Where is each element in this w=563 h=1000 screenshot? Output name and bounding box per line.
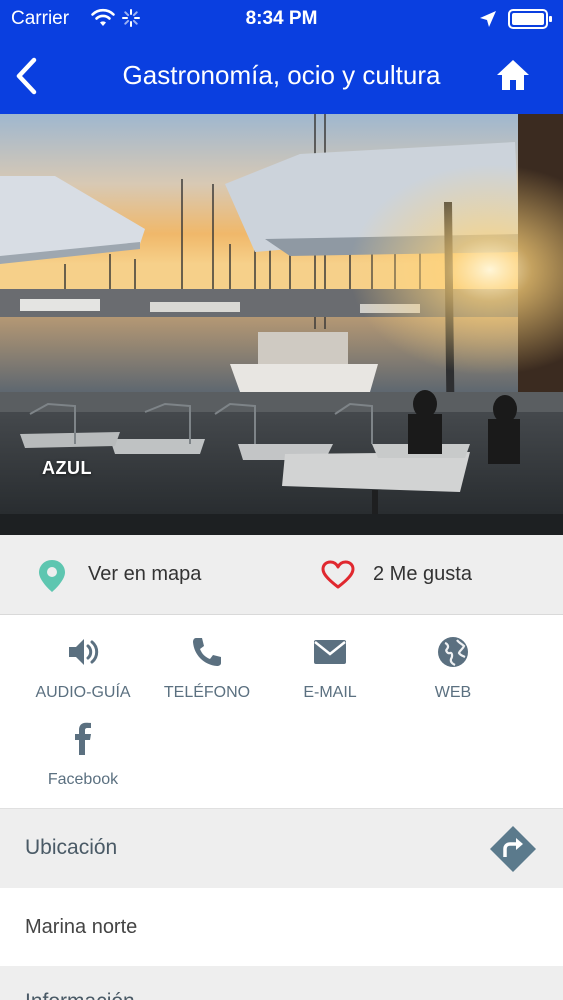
audio-guide-button[interactable]: AUDIO-GUÍA xyxy=(18,635,148,702)
email-label: E-MAIL xyxy=(303,684,357,701)
phone-label: TELÉFONO xyxy=(163,684,251,701)
phone-icon xyxy=(142,635,272,674)
facebook-icon xyxy=(18,722,148,761)
action-bar: Ver en mapa 2 Me gusta xyxy=(0,535,563,615)
location-section-header: Ubicación xyxy=(0,808,563,889)
globe-icon xyxy=(388,635,518,674)
location-arrow-icon xyxy=(478,9,498,34)
view-on-map-link[interactable]: Ver en mapa xyxy=(88,563,201,586)
status-bar: Carrier 8:34 PM xyxy=(0,0,563,38)
web-button[interactable]: WEB xyxy=(388,635,518,702)
home-icon[interactable] xyxy=(495,57,531,93)
location-section-body: Marina norte xyxy=(0,888,563,966)
hero-photo: AZUL xyxy=(0,114,563,535)
phone-button[interactable]: TELÉFONO xyxy=(142,635,272,702)
hero-caption: AZUL xyxy=(42,458,92,478)
location-heading: Ubicación xyxy=(25,836,118,859)
email-button[interactable]: E-MAIL xyxy=(265,635,395,702)
battery-icon xyxy=(508,8,554,35)
heart-icon[interactable] xyxy=(321,560,355,595)
web-label: WEB xyxy=(434,684,472,701)
facebook-button[interactable]: Facebook xyxy=(18,722,148,789)
map-pin-icon[interactable] xyxy=(38,559,66,598)
page-title: Gastronomía, ocio y cultura xyxy=(122,60,441,90)
information-section-header: Información xyxy=(0,966,563,1000)
likes-count[interactable]: 2 Me gusta xyxy=(373,563,472,586)
audio-guide-label: AUDIO-GUÍA xyxy=(35,684,131,701)
back-chevron-icon[interactable] xyxy=(12,57,42,97)
mail-icon xyxy=(265,635,395,674)
information-heading: Información xyxy=(25,990,135,1000)
top-bar: Carrier 8:34 PM Gastronomía, ocio y cult… xyxy=(0,0,563,114)
facebook-label: Facebook xyxy=(47,771,119,788)
location-value: Marina norte xyxy=(25,916,138,938)
contact-options: AUDIO-GUÍA TELÉFONO E-MAIL WEB Facebook xyxy=(0,615,563,808)
directions-icon[interactable] xyxy=(489,825,537,878)
speaker-icon xyxy=(18,635,148,674)
